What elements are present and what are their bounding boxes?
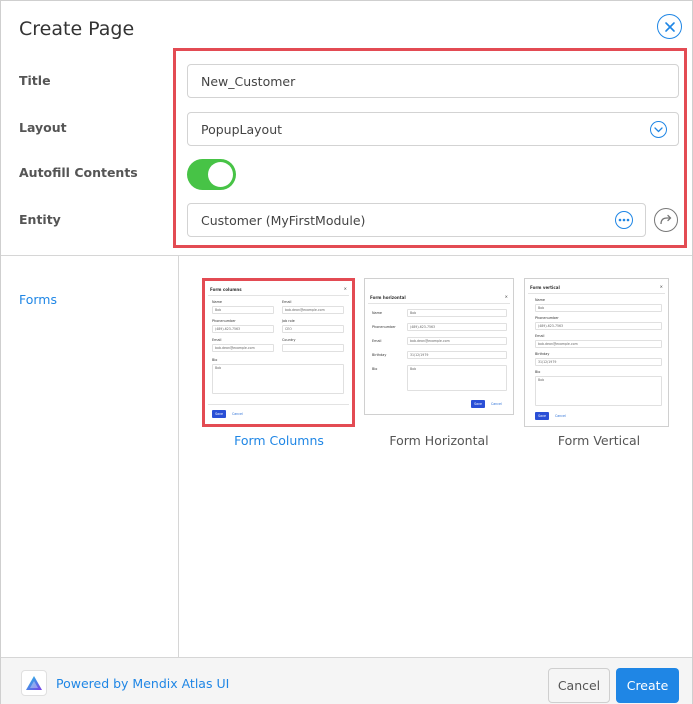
- go-to-entity-button[interactable]: [654, 208, 678, 232]
- preview-label: Email: [282, 300, 292, 304]
- preview-heading: Form columns: [210, 287, 242, 292]
- template-form-columns[interactable]: Form columns × Name Bob Email bob.dean@e…: [202, 278, 355, 427]
- preview-textarea: Bob: [535, 376, 662, 406]
- preview-close-icon: ×: [659, 284, 663, 289]
- preview-label: Job role: [282, 319, 295, 323]
- preview-label: Bio: [372, 367, 378, 371]
- preview-label: Bio: [535, 370, 541, 374]
- preview-heading: Form horizontal: [370, 295, 406, 300]
- title-label: Title: [19, 73, 51, 88]
- create-page-dialog: Create Page Title Layout PopupLayout Aut…: [0, 0, 693, 704]
- preview-close-icon: ×: [504, 294, 508, 299]
- nav-item-forms[interactable]: Forms: [19, 292, 57, 307]
- preview-cancel-link: Cancel: [491, 402, 502, 406]
- preview-input: (489)-623-7563: [407, 323, 507, 331]
- template-label-form-vertical[interactable]: Form Vertical: [514, 433, 684, 448]
- preview-input: CEO: [282, 325, 344, 333]
- preview-label: Name: [372, 311, 383, 315]
- preview-label: Bio: [212, 358, 218, 362]
- title-input-field[interactable]: [201, 73, 678, 89]
- redirect-arrow-icon: [660, 214, 672, 225]
- preview-input: Bob: [212, 306, 274, 314]
- preview-input: bob.dean@example.com: [535, 340, 662, 348]
- preview-input: Bob: [535, 304, 662, 312]
- preview-label: Email: [535, 334, 545, 338]
- preview-input: 31/12/1979: [407, 351, 507, 359]
- preview-save-button: Save: [535, 412, 549, 420]
- layout-select[interactable]: PopupLayout: [187, 112, 679, 146]
- preview-input: [282, 344, 344, 352]
- preview-textarea: Bob: [212, 364, 344, 394]
- entity-label: Entity: [19, 212, 61, 227]
- layout-select-value: PopupLayout: [201, 121, 283, 137]
- template-label-form-columns[interactable]: Form Columns: [194, 433, 364, 448]
- preview-cancel-link: Cancel: [232, 412, 243, 416]
- layout-label: Layout: [19, 120, 67, 135]
- create-button[interactable]: Create: [616, 668, 679, 703]
- preview-label: Email: [212, 338, 222, 342]
- preview-input: bob.dean@example.com: [282, 306, 344, 314]
- preview-input: 31/12/1979: [535, 358, 662, 366]
- preview-form-columns: Form columns × Name Bob Email bob.dean@e…: [205, 281, 352, 424]
- preview-label: Phonenumber: [212, 319, 236, 323]
- template-form-horizontal[interactable]: Form horizontal × Name Bob Phonenumber (…: [364, 278, 514, 415]
- close-button[interactable]: [657, 14, 682, 39]
- preview-label: Phonenumber: [372, 325, 396, 329]
- preview-label: Birthday: [372, 353, 387, 357]
- template-form-vertical[interactable]: Form vertical × Name Bob Phonenumber (48…: [524, 278, 669, 427]
- toggle-knob: [208, 162, 233, 187]
- preview-input: Bob: [407, 309, 507, 317]
- preview-textarea: Bob: [407, 365, 507, 391]
- preview-label: Email: [372, 339, 382, 343]
- cancel-button[interactable]: Cancel: [548, 668, 610, 703]
- section-divider: [1, 255, 692, 256]
- preview-close-icon: ×: [343, 286, 347, 291]
- autofill-label: Autofill Contents: [19, 165, 138, 180]
- preview-divider: [208, 295, 349, 296]
- preview-save-button: Save: [212, 410, 226, 418]
- preview-heading: Form vertical: [530, 285, 560, 290]
- preview-label: Country: [282, 338, 296, 342]
- preview-label: Birthday: [535, 352, 550, 356]
- dialog-footer: Powered by Mendix Atlas UI Cancel Create: [1, 657, 692, 704]
- dialog-title: Create Page: [19, 18, 135, 40]
- preview-cancel-link: Cancel: [555, 414, 566, 418]
- template-label-form-horizontal[interactable]: Form Horizontal: [354, 433, 524, 448]
- preview-label: Phonenumber: [535, 316, 559, 320]
- preview-label: Name: [212, 300, 223, 304]
- chevron-down-icon: [650, 121, 667, 138]
- preview-form-vertical: Form vertical × Name Bob Phonenumber (48…: [525, 279, 668, 426]
- preview-divider: [208, 404, 349, 405]
- preview-divider: [528, 293, 665, 294]
- powered-by-link[interactable]: Powered by Mendix Atlas UI: [56, 676, 229, 691]
- title-input[interactable]: [187, 64, 679, 98]
- preview-input: bob.dean@example.com: [407, 337, 507, 345]
- preview-divider: [368, 303, 510, 304]
- close-circle-icon: [664, 21, 675, 32]
- entity-value: Customer (MyFirstModule): [201, 212, 366, 228]
- preview-input: (489)-623-7563: [212, 325, 274, 333]
- preview-input: bob.dean@example.com: [212, 344, 274, 352]
- preview-label: Name: [535, 298, 546, 302]
- nav-divider: [178, 256, 179, 657]
- preview-input: (489)-623-7563: [535, 322, 662, 330]
- more-dots-icon[interactable]: [615, 211, 633, 229]
- preview-save-button: Save: [471, 400, 485, 408]
- entity-selector[interactable]: Customer (MyFirstModule): [187, 203, 646, 237]
- autofill-toggle[interactable]: [187, 159, 236, 190]
- preview-form-horizontal: Form horizontal × Name Bob Phonenumber (…: [365, 279, 513, 414]
- atlas-logo-icon: [21, 670, 47, 696]
